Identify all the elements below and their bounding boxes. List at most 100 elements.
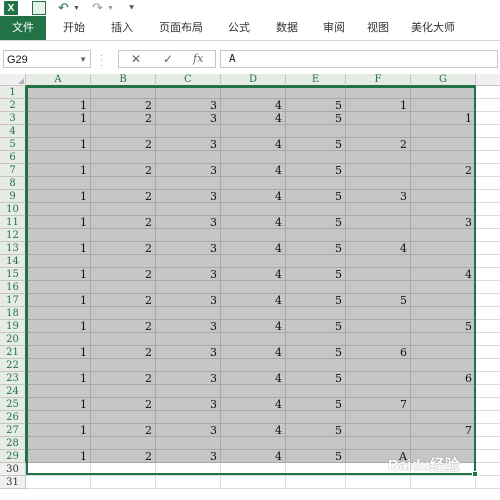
cell[interactable] [346, 372, 411, 385]
cell[interactable] [476, 346, 500, 359]
cell[interactable] [346, 86, 411, 99]
cell[interactable]: 1 [26, 320, 91, 333]
cell[interactable] [476, 424, 500, 437]
cell[interactable] [346, 177, 411, 190]
cell[interactable] [411, 203, 476, 216]
cell[interactable] [476, 281, 500, 294]
row-header-17[interactable]: 17 [0, 294, 26, 307]
cell[interactable]: 4 [221, 138, 286, 151]
undo-dropdown-icon[interactable]: ▼ [73, 1, 80, 15]
tab-4[interactable]: 公式 [218, 16, 260, 40]
cell[interactable] [156, 307, 221, 320]
row-header-14[interactable]: 14 [0, 255, 26, 268]
tab-1[interactable]: 开始 [52, 16, 96, 40]
tab-0[interactable]: 文件 [0, 16, 46, 40]
cell[interactable] [221, 151, 286, 164]
cell[interactable]: 4 [221, 242, 286, 255]
cell[interactable] [221, 86, 286, 99]
cell[interactable] [476, 112, 500, 125]
column-header-c[interactable]: C [156, 74, 221, 86]
cell[interactable]: 4 [221, 112, 286, 125]
cell[interactable] [286, 307, 346, 320]
cell[interactable]: 4 [221, 268, 286, 281]
cell[interactable]: 1 [26, 294, 91, 307]
cell[interactable] [411, 346, 476, 359]
cell[interactable]: 3 [156, 398, 221, 411]
cancel-icon[interactable]: ✕ [131, 51, 141, 67]
cell[interactable] [91, 437, 156, 450]
cell[interactable] [476, 203, 500, 216]
cell[interactable] [476, 99, 500, 112]
row-header-29[interactable]: 29 [0, 450, 26, 463]
cell[interactable] [221, 125, 286, 138]
cell[interactable]: 1 [26, 216, 91, 229]
splitter-handle[interactable]: · · · [100, 51, 103, 70]
cell[interactable]: 2 [91, 164, 156, 177]
cell[interactable] [156, 463, 221, 476]
cell[interactable]: 2 [91, 268, 156, 281]
cell[interactable]: 4 [346, 242, 411, 255]
cell[interactable] [221, 333, 286, 346]
cell[interactable] [286, 385, 346, 398]
cell[interactable]: 7 [411, 424, 476, 437]
name-box[interactable]: G29 ▼ [3, 50, 91, 68]
cell[interactable] [346, 411, 411, 424]
cell[interactable] [156, 411, 221, 424]
row-header-5[interactable]: 5 [0, 138, 26, 151]
row-header-18[interactable]: 18 [0, 307, 26, 320]
cell[interactable] [476, 268, 500, 281]
select-all-button[interactable] [0, 74, 26, 86]
cell[interactable] [26, 333, 91, 346]
cell[interactable]: 3 [156, 112, 221, 125]
cell[interactable] [476, 177, 500, 190]
cell[interactable]: 5 [286, 320, 346, 333]
cell[interactable]: 2 [91, 372, 156, 385]
cell[interactable] [476, 164, 500, 177]
cell[interactable]: 3 [156, 190, 221, 203]
cell[interactable]: 5 [286, 99, 346, 112]
row-header-26[interactable]: 26 [0, 411, 26, 424]
cell[interactable]: 1 [26, 346, 91, 359]
cell[interactable]: 1 [26, 398, 91, 411]
cell[interactable]: 3 [156, 450, 221, 463]
cell[interactable] [91, 307, 156, 320]
cell[interactable]: 7 [346, 398, 411, 411]
cell[interactable] [156, 125, 221, 138]
cell[interactable] [156, 476, 221, 489]
cell[interactable] [26, 359, 91, 372]
cell[interactable] [26, 177, 91, 190]
cell[interactable] [411, 294, 476, 307]
cell[interactable]: 2 [411, 164, 476, 177]
row-header-9[interactable]: 9 [0, 190, 26, 203]
cell[interactable] [286, 437, 346, 450]
chevron-down-icon[interactable]: ▼ [79, 51, 87, 69]
tab-5[interactable]: 数据 [264, 16, 310, 40]
cell[interactable] [221, 307, 286, 320]
cell[interactable] [221, 411, 286, 424]
cell[interactable] [156, 177, 221, 190]
column-header-g[interactable]: G [411, 74, 476, 86]
cell[interactable]: 5 [286, 294, 346, 307]
cell[interactable] [476, 320, 500, 333]
cell[interactable]: 2 [91, 216, 156, 229]
cell[interactable]: 3 [156, 242, 221, 255]
cell[interactable] [476, 151, 500, 164]
cell[interactable] [411, 398, 476, 411]
cell[interactable] [156, 385, 221, 398]
column-header-e[interactable]: E [286, 74, 346, 86]
cell[interactable]: 2 [91, 320, 156, 333]
cell[interactable]: 3 [156, 268, 221, 281]
cell[interactable]: 1 [26, 450, 91, 463]
cell[interactable]: 3 [156, 99, 221, 112]
cell[interactable]: 2 [91, 346, 156, 359]
column-header-h[interactable] [476, 74, 500, 86]
cell[interactable] [26, 307, 91, 320]
cell[interactable]: 3 [156, 164, 221, 177]
cell[interactable]: 2 [346, 138, 411, 151]
fill-handle[interactable] [472, 471, 478, 477]
cell[interactable] [91, 125, 156, 138]
cell[interactable] [411, 385, 476, 398]
column-header-f[interactable]: F [346, 74, 411, 86]
cell[interactable] [286, 86, 346, 99]
cell[interactable] [476, 138, 500, 151]
